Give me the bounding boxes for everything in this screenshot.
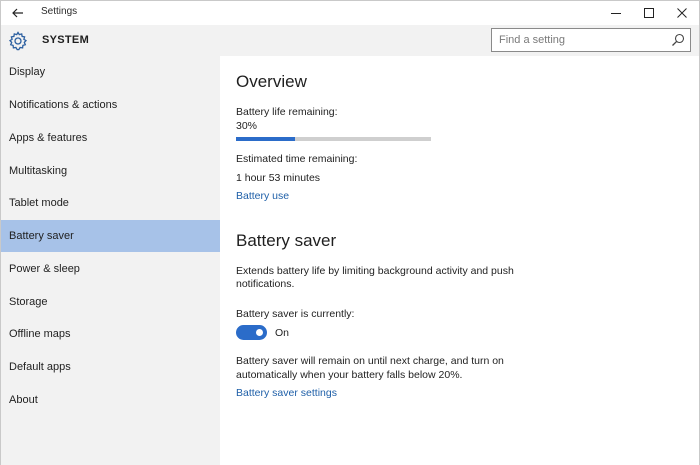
back-button[interactable] — [1, 1, 35, 25]
settings-window: Settings SYSTEM Display No — [0, 0, 700, 465]
battery-progress-bar — [236, 137, 431, 141]
main-content: Overview Battery life remaining: 30% Est… — [220, 56, 699, 465]
search-box[interactable] — [491, 28, 691, 52]
header-bar: SYSTEM — [1, 25, 699, 56]
sidebar-item-offline-maps[interactable]: Offline maps — [1, 318, 220, 350]
sidebar-item-display[interactable]: Display — [1, 56, 220, 88]
search-input[interactable] — [492, 29, 667, 51]
toggle-knob — [256, 329, 263, 336]
sidebar-item-about[interactable]: About — [1, 384, 220, 416]
section-title: SYSTEM — [42, 34, 90, 46]
battery-saver-description-line2: notifications. — [236, 278, 295, 290]
battery-saver-note-line1: Battery saver will remain on until next … — [236, 355, 504, 367]
overview-heading: Overview — [236, 72, 307, 91]
battery-saver-settings-link[interactable]: Battery saver settings — [236, 387, 337, 399]
battery-saver-toggle[interactable] — [236, 325, 267, 340]
battery-use-link[interactable]: Battery use — [236, 190, 289, 202]
maximize-button[interactable] — [632, 1, 665, 25]
battery-progress-fill — [236, 137, 295, 141]
search-icon[interactable] — [671, 33, 685, 47]
sidebar-item-power-sleep[interactable]: Power & sleep — [1, 253, 220, 285]
toggle-state-label: On — [275, 327, 290, 339]
battery-saver-status-label: Battery saver is currently: — [236, 308, 355, 320]
title-bar: Settings — [1, 1, 699, 25]
minimize-button[interactable] — [599, 1, 632, 25]
sidebar-item-storage[interactable]: Storage — [1, 286, 220, 318]
battery-life-value: 30% — [236, 120, 258, 132]
battery-saver-description-line1: Extends battery life by limiting backgro… — [236, 265, 514, 277]
estimated-time-label: Estimated time remaining: — [236, 153, 358, 165]
sidebar-item-battery-saver[interactable]: Battery saver — [1, 220, 220, 252]
close-button[interactable] — [665, 1, 698, 25]
battery-life-label: Battery life remaining: — [236, 106, 338, 118]
sidebar-item-multitasking[interactable]: Multitasking — [1, 155, 220, 187]
battery-saver-heading: Battery saver — [236, 231, 337, 250]
sidebar-item-tablet-mode[interactable]: Tablet mode — [1, 187, 220, 219]
sidebar-item-default-apps[interactable]: Default apps — [1, 351, 220, 383]
minimize-icon — [610, 13, 621, 14]
maximize-icon — [643, 8, 654, 18]
back-arrow-icon — [12, 8, 23, 18]
battery-saver-note-line2: automatically when your battery falls be… — [236, 369, 463, 381]
close-icon — [676, 8, 687, 18]
window-title: Settings — [41, 6, 78, 17]
sidebar-nav: Display Notifications & actions Apps & f… — [1, 56, 220, 465]
estimated-time-value: 1 hour 53 minutes — [236, 172, 321, 184]
sidebar-item-notifications[interactable]: Notifications & actions — [1, 89, 220, 121]
sidebar-item-apps-features[interactable]: Apps & features — [1, 122, 220, 154]
gear-icon — [8, 31, 28, 51]
